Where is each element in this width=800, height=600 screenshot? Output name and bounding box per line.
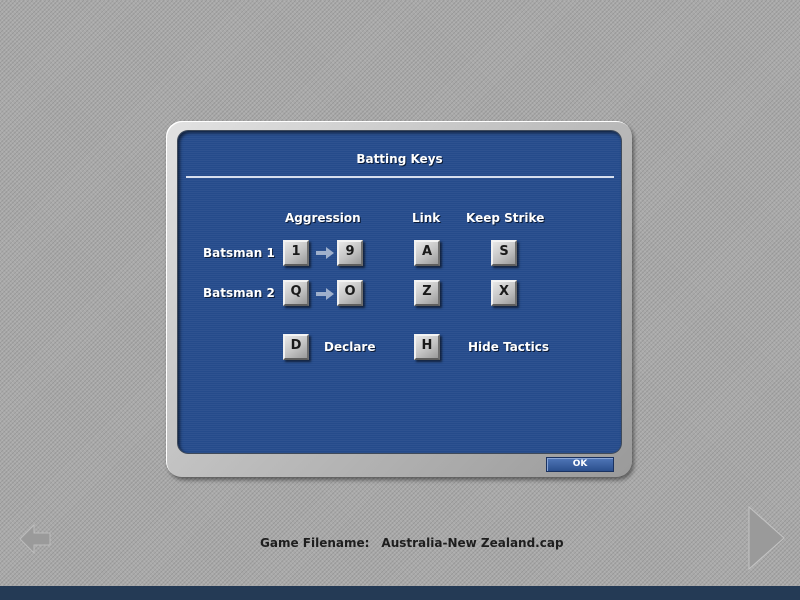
key-batsman-2-keep-strike[interactable]: X: [491, 280, 517, 306]
header-keep-strike: Keep Strike: [466, 211, 545, 225]
dialog-title: Batting Keys: [356, 152, 443, 166]
batsman-1-label: Batsman 1: [203, 246, 275, 260]
key-batsman-1-aggression-high[interactable]: 9: [337, 240, 363, 266]
header-aggression: Aggression: [285, 211, 361, 225]
key-hide-tactics[interactable]: H: [414, 334, 440, 360]
key-batsman-2-link[interactable]: Z: [414, 280, 440, 306]
key-batsman-2-aggression-low[interactable]: Q: [283, 280, 309, 306]
left-arrow-icon[interactable]: [18, 522, 52, 556]
title-divider: [186, 176, 614, 178]
key-batsman-1-aggression-low[interactable]: 1: [283, 240, 309, 266]
game-filename-status: Game Filename: Australia-New Zealand.cap: [260, 536, 564, 550]
game-filename-value: Australia-New Zealand.cap: [381, 536, 564, 550]
key-batsman-1-link[interactable]: A: [414, 240, 440, 266]
bottom-bar: [0, 586, 800, 600]
right-arrow-icon: [316, 247, 334, 259]
batsman-2-label: Batsman 2: [203, 286, 275, 300]
right-arrow-icon: [316, 288, 334, 300]
header-link: Link: [412, 211, 441, 225]
declare-label: Declare: [324, 340, 376, 354]
key-batsman-1-keep-strike[interactable]: S: [491, 240, 517, 266]
key-declare[interactable]: D: [283, 334, 309, 360]
game-filename-label: Game Filename:: [260, 536, 370, 550]
ok-button[interactable]: OK: [546, 457, 614, 472]
hide-tactics-label: Hide Tactics: [468, 340, 550, 354]
key-batsman-2-aggression-high[interactable]: O: [337, 280, 363, 306]
right-triangle-icon[interactable]: [746, 505, 786, 571]
